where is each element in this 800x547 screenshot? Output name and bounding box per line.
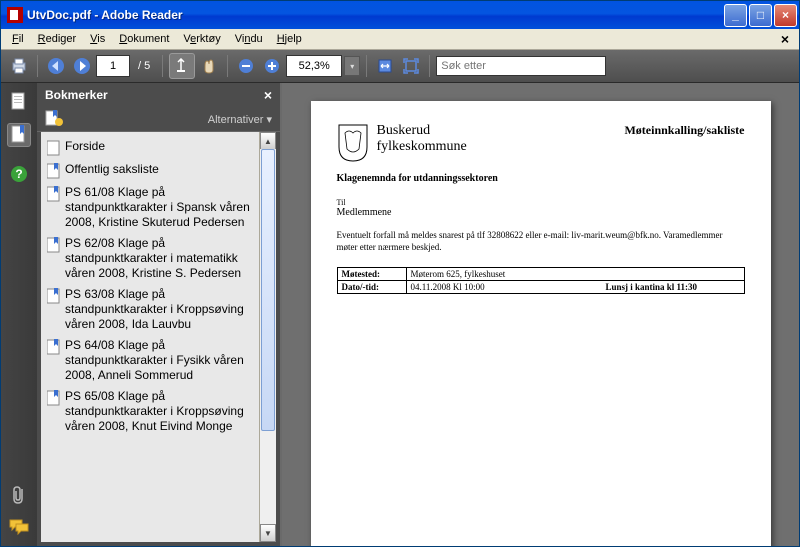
- table-cell: Lunsj i kantina kl 11:30: [559, 281, 744, 294]
- meeting-table: Møtested: Møterom 625, fylkeshuset Dato/…: [337, 267, 745, 294]
- table-row: Møtested: Møterom 625, fylkeshuset: [337, 268, 744, 281]
- menu-hjelp[interactable]: Hjelp: [270, 31, 309, 47]
- menu-vindu[interactable]: Vindu: [228, 31, 270, 47]
- page-right-title: Møteinnkalling/sakliste: [624, 123, 744, 138]
- document-area[interactable]: Buskerud fylkeskommune Møteinnkalling/sa…: [282, 83, 799, 546]
- toolbar: / 5 ▾: [1, 50, 799, 83]
- bookmark-icon: [47, 163, 61, 179]
- scroll-up-button[interactable]: ▲: [260, 132, 276, 150]
- bookmark-label: PS 61/08 Klage på standpunktkarakter i S…: [65, 185, 256, 230]
- bookmark-label: Offentlig saksliste: [65, 162, 159, 177]
- bookmark-item[interactable]: Forside: [45, 136, 258, 159]
- pdf-page: Buskerud fylkeskommune Møteinnkalling/sa…: [311, 101, 771, 546]
- pages-panel-icon[interactable]: [8, 91, 30, 113]
- fit-page-button[interactable]: [399, 54, 423, 78]
- scroll-track[interactable]: [260, 149, 276, 525]
- brand-line1: Buskerud: [377, 123, 467, 139]
- zoom-in-button[interactable]: [260, 54, 284, 78]
- toolbar-separator: [227, 55, 228, 77]
- toolbar-separator: [366, 55, 367, 77]
- members-label: Medlemmene: [337, 207, 745, 218]
- hand-tool-button[interactable]: [197, 54, 221, 78]
- bookmarks-items: Forside Offentlig saksliste PS 61/08 Kla…: [41, 132, 260, 441]
- page-header: Buskerud fylkeskommune Møteinnkalling/sa…: [337, 123, 745, 163]
- bookmarks-header: Bokmerker ×: [37, 83, 280, 107]
- prev-page-button[interactable]: [44, 54, 68, 78]
- svg-text:?: ?: [15, 167, 22, 181]
- menu-fil[interactable]: Fil: [5, 31, 31, 47]
- bookmarks-list: Forside Offentlig saksliste PS 61/08 Kla…: [41, 132, 276, 542]
- scroll-down-button[interactable]: ▼: [260, 524, 276, 542]
- maximize-button[interactable]: □: [749, 4, 772, 27]
- zoom-input[interactable]: [286, 55, 342, 77]
- minimize-button[interactable]: _: [724, 4, 747, 27]
- zoom-dropdown[interactable]: ▾: [344, 56, 360, 76]
- table-cell: Dato/-tid:: [337, 281, 406, 294]
- app-icon: [7, 7, 23, 23]
- bookmark-label: Forside: [65, 139, 105, 154]
- table-cell: 04.11.2008 Kl 10:00: [406, 281, 559, 294]
- bookmark-icon: [47, 288, 61, 304]
- brand-line2: fylkeskommune: [377, 139, 467, 155]
- table-cell: Møtested:: [337, 268, 406, 281]
- table-cell: Møterom 625, fylkeshuset: [406, 268, 744, 281]
- bookmarks-panel-icon[interactable]: [7, 123, 31, 147]
- bookmark-item[interactable]: PS 63/08 Klage på standpunktkarakter i K…: [45, 284, 258, 335]
- page-body-text: Eventuelt forfall må meldes snarest på t…: [337, 230, 745, 253]
- bookmarks-close-icon[interactable]: ×: [264, 87, 272, 103]
- bookmark-item[interactable]: PS 65/08 Klage på standpunktkarakter i K…: [45, 386, 258, 437]
- app-window: UtvDoc.pdf - Adobe Reader _ □ × Fil Redi…: [0, 0, 800, 547]
- print-button[interactable]: [7, 54, 31, 78]
- zoom-out-button[interactable]: [234, 54, 258, 78]
- bookmark-item[interactable]: Offentlig saksliste: [45, 159, 258, 182]
- help-icon[interactable]: ?: [8, 163, 30, 185]
- toolbar-separator: [162, 55, 163, 77]
- toolbar-separator: [429, 55, 430, 77]
- window-title: UtvDoc.pdf - Adobe Reader: [27, 8, 722, 22]
- bookmark-label: PS 64/08 Klage på standpunktkarakter i F…: [65, 338, 256, 383]
- page-subtitle: Klagenemnda for utdanningssektoren: [337, 173, 745, 184]
- bookmark-icon: [47, 339, 61, 355]
- comments-icon[interactable]: [8, 516, 30, 538]
- table-row: Dato/-tid: 04.11.2008 Kl 10:00 Lunsj i k…: [337, 281, 744, 294]
- bookmark-item[interactable]: PS 64/08 Klage på standpunktkarakter i F…: [45, 335, 258, 386]
- menu-dokument[interactable]: Dokument: [112, 31, 176, 47]
- coat-of-arms-icon: [337, 123, 369, 163]
- bookmark-label: PS 63/08 Klage på standpunktkarakter i K…: [65, 287, 256, 332]
- close-button[interactable]: ×: [774, 4, 797, 27]
- bookmarks-options-bar: Alternativer ▾: [37, 107, 280, 132]
- bookmark-icon: [47, 390, 61, 406]
- titlebar: UtvDoc.pdf - Adobe Reader _ □ ×: [1, 1, 799, 29]
- bookmark-icon: [47, 186, 61, 202]
- bookmarks-alternatives-dropdown[interactable]: Alternativer ▾: [208, 113, 272, 126]
- toolbar-separator: [37, 55, 38, 77]
- bookmark-label: PS 65/08 Klage på standpunktkarakter i K…: [65, 389, 256, 434]
- next-page-button[interactable]: [70, 54, 94, 78]
- menubar: Fil Rediger Vis Dokument Verktøy Vindu H…: [1, 29, 799, 50]
- nav-strip: ?: [1, 83, 37, 546]
- menu-verktoy[interactable]: Verktøy: [176, 31, 227, 47]
- menu-close-doc[interactable]: ×: [775, 31, 795, 47]
- bookmark-icon: [47, 237, 61, 253]
- fit-width-button[interactable]: [373, 54, 397, 78]
- to-label: Til: [337, 198, 745, 207]
- attachments-icon[interactable]: [8, 484, 30, 506]
- menu-vis[interactable]: Vis: [83, 31, 112, 47]
- page-total-label: / 5: [138, 60, 150, 72]
- menu-rediger[interactable]: Rediger: [31, 31, 84, 47]
- bookmarks-scrollbar[interactable]: ▲ ▼: [259, 132, 276, 542]
- scroll-thumb[interactable]: [261, 149, 275, 431]
- select-tool-button[interactable]: [169, 53, 195, 79]
- bookmarks-panel: Bokmerker × Alternativer ▾ Forside: [37, 83, 282, 546]
- bookmark-label: PS 62/08 Klage på standpunktkarakter i m…: [65, 236, 256, 281]
- main-body: ? Bokmerker × Alternativer ▾: [1, 83, 799, 546]
- bookmark-item[interactable]: PS 62/08 Klage på standpunktkarakter i m…: [45, 233, 258, 284]
- bookmark-icon: [47, 140, 61, 156]
- bookmarks-title: Bokmerker: [45, 88, 108, 102]
- page-number-input[interactable]: [96, 55, 130, 77]
- bookmark-item[interactable]: PS 61/08 Klage på standpunktkarakter i S…: [45, 182, 258, 233]
- search-input[interactable]: [436, 56, 606, 76]
- new-bookmark-icon[interactable]: [45, 109, 63, 130]
